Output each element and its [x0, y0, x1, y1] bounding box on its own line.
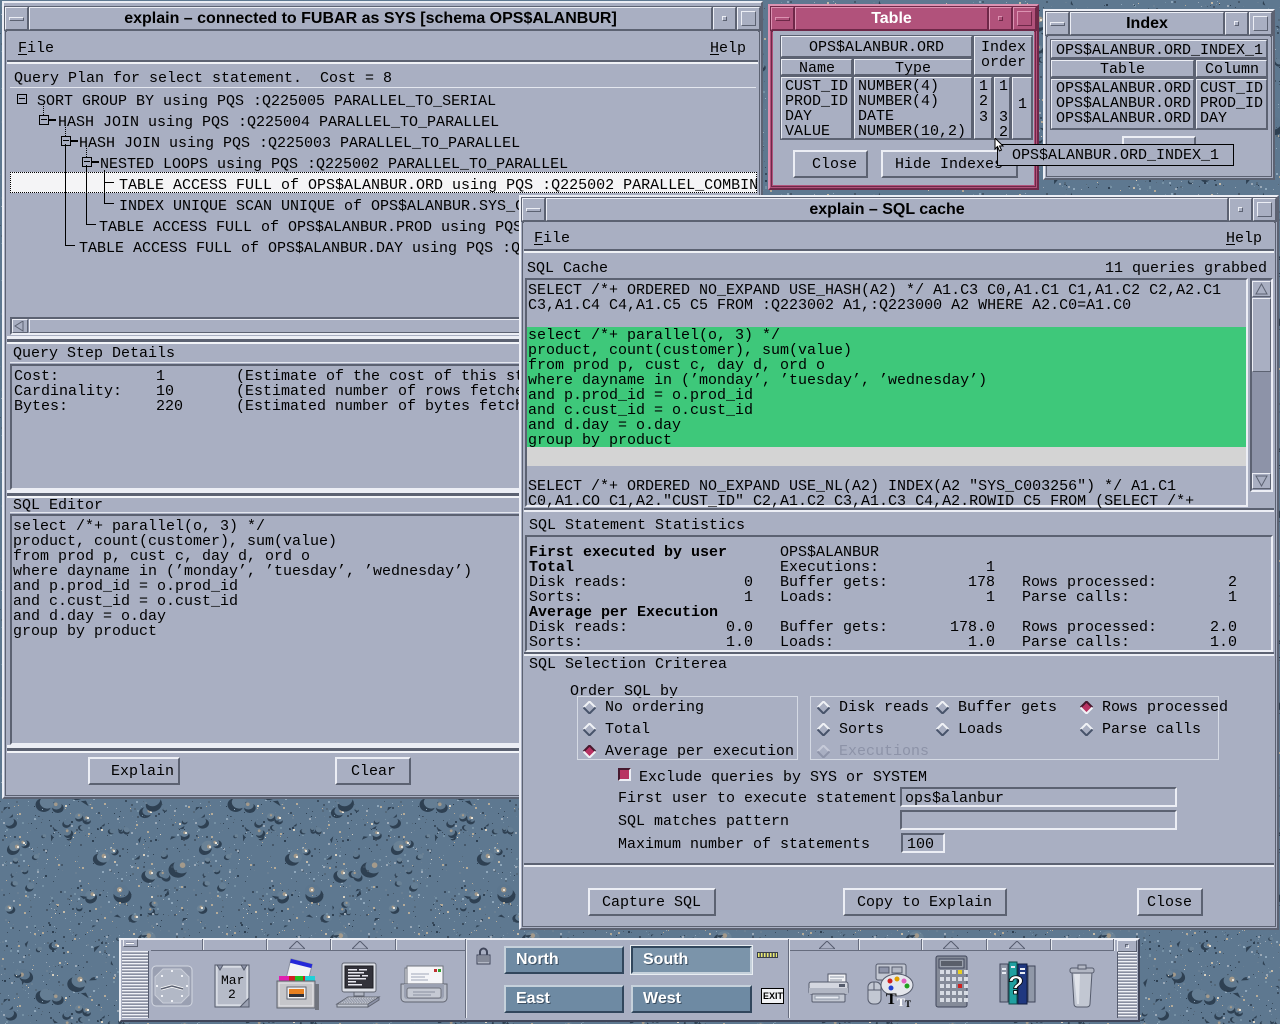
- svg-text:Mar: Mar: [221, 973, 244, 988]
- svg-text:T: T: [905, 999, 911, 1008]
- svg-text:?: ?: [1008, 970, 1024, 1000]
- svg-text:2: 2: [228, 987, 236, 1002]
- svg-text:T: T: [886, 991, 897, 1008]
- svg-text:T: T: [897, 995, 905, 1008]
